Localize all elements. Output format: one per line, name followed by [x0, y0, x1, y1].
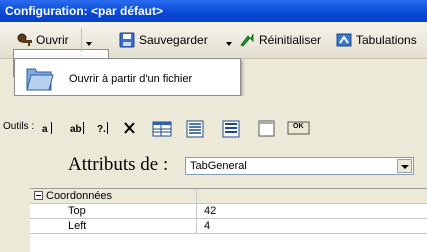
open-dropdown-arrow-icon[interactable] — [86, 42, 92, 46]
open-dropdown-menu: Ouvrir à partir d'un fichier — [14, 58, 241, 96]
svg-text:a: a — [42, 124, 48, 135]
open-split-divider — [81, 28, 82, 52]
tabs-icon — [336, 32, 352, 48]
numeric-tool-icon[interactable]: ?. — [96, 120, 114, 136]
table-tool-icon[interactable] — [152, 120, 174, 137]
delete-tool-icon[interactable] — [123, 120, 137, 136]
list2-tool-icon[interactable] — [222, 120, 242, 138]
save-button-label: Sauvegarder — [139, 33, 208, 47]
save-dropdown-arrow-icon[interactable] — [226, 42, 232, 46]
open-button[interactable]: Ouvrir — [17, 30, 69, 50]
property-value[interactable]: 42 — [204, 205, 216, 217]
window-title: Configuration: <par défaut> — [0, 0, 427, 22]
ok-button-tool-icon[interactable]: OK — [287, 120, 311, 136]
column-divider — [196, 189, 197, 204]
reset-button-label: Réinitialiser — [259, 33, 322, 47]
open-key-icon — [17, 32, 33, 48]
attributes-select-value: TabGeneral — [190, 160, 247, 172]
property-name: Top — [68, 205, 86, 217]
tools-label: Outils : — [3, 121, 35, 132]
tabs-button[interactable]: Tabulations — [336, 30, 417, 50]
tabs-button-label: Tabulations — [356, 33, 417, 47]
svg-text:ab: ab — [70, 124, 82, 135]
property-row[interactable]: Left 4 — [30, 219, 427, 234]
property-name: Left — [68, 220, 87, 232]
save-button[interactable]: Sauvegarder — [119, 30, 208, 50]
group-row[interactable]: Coordonnées — [30, 189, 427, 204]
property-row[interactable]: Top 42 — [30, 204, 427, 219]
reset-arrow-icon — [239, 32, 255, 48]
save-disk-icon — [119, 32, 135, 48]
menu-item-open-from-file[interactable]: Ouvrir à partir d'un fichier — [69, 73, 192, 85]
column-divider — [196, 204, 197, 219]
textbox-tool-icon[interactable]: ab — [69, 120, 89, 136]
panel-strip — [0, 96, 427, 116]
column-divider — [196, 219, 197, 234]
group-label: Coordonnées — [46, 190, 113, 202]
list-tool-icon[interactable] — [186, 120, 206, 138]
panel-tool-icon[interactable] — [258, 120, 276, 137]
tools-bar: Outils : a ab ?. OK — [0, 116, 427, 142]
property-value[interactable]: 4 — [204, 220, 210, 232]
folder-icon — [25, 63, 55, 93]
attributes-label: Attributs de : — [68, 154, 169, 175]
reset-button[interactable]: Réinitialiser — [239, 30, 321, 50]
attributes-row: Attributs de : TabGeneral — [0, 142, 427, 186]
ok-button-tool-label: OK — [293, 123, 304, 130]
svg-text:?.: ?. — [97, 124, 106, 135]
attributes-select[interactable]: TabGeneral — [185, 157, 414, 175]
chevron-down-icon[interactable] — [397, 159, 412, 173]
open-button-label: Ouvrir — [36, 33, 69, 47]
toolbar: Ouvrir Sauvegarder Réinitialiser Tabulat… — [0, 22, 427, 77]
collapse-minus-icon[interactable] — [34, 191, 43, 203]
property-grid: Coordonnées Top 42 Left 4 — [30, 188, 427, 252]
label-tool-icon[interactable]: a — [41, 120, 59, 136]
